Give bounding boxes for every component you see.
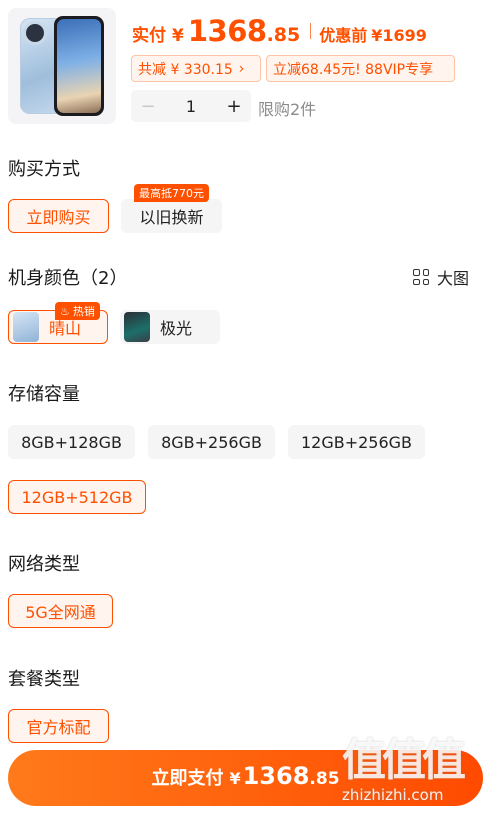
pay-price-integer: 1368 (242, 762, 310, 790)
pay-currency: ¥ (229, 769, 241, 788)
package-title: 套餐类型 (8, 669, 80, 690)
vip-discount-text: 立减68.45元! 88VIP专享 (273, 61, 434, 78)
storage-option-8-128[interactable]: 8GB+128GB (8, 425, 135, 459)
price-label: 实付 (132, 26, 166, 46)
price-currency: ¥ (172, 26, 184, 46)
purchase-limit-text: 限购2件 (258, 100, 317, 119)
option-trade-in[interactable]: 以旧换新 (121, 199, 222, 233)
increase-quantity-button[interactable]: + (217, 96, 251, 117)
pay-price-decimal: .85 (309, 769, 340, 789)
vip-discount-tag[interactable]: 立减68.45元! 88VIP专享 (266, 55, 455, 82)
storage-title: 存储容量 (8, 384, 80, 405)
price-divider (310, 23, 312, 39)
network-title: 网络类型 (8, 554, 80, 575)
original-price-label: 优惠前 (319, 26, 368, 45)
grid-view-icon (413, 269, 429, 285)
camera-module-icon (26, 24, 44, 42)
color-title: 机身颜色（2） (8, 268, 128, 289)
network-option-5g[interactable]: 5G全网通 (8, 594, 113, 628)
color-label-jiguang: 极光 (160, 319, 193, 338)
quantity-stepper: − 1 + (131, 90, 251, 122)
total-discount-text: 共减 ¥ 330.15 (138, 61, 233, 78)
option-buy-now[interactable]: 立即购买 (8, 199, 109, 233)
original-price: ¥1699 (371, 26, 427, 45)
pay-now-button[interactable]: 立即支付 ¥ 1368 .85 (8, 750, 483, 806)
phone-front-image (54, 16, 104, 116)
color-swatch-jiguang (124, 312, 150, 342)
decrease-quantity-button[interactable]: − (131, 96, 165, 117)
purchase-method-title: 购买方式 (8, 159, 80, 180)
package-option-standard[interactable]: 官方标配 (8, 709, 109, 743)
big-view-label: 大图 (437, 269, 470, 288)
chevron-right-icon: › (238, 60, 245, 77)
flame-icon: ♨ (60, 304, 70, 318)
storage-option-8-256[interactable]: 8GB+256GB (148, 425, 275, 459)
color-option-jiguang[interactable]: 极光 (120, 310, 220, 344)
color-swatch-qingshan (13, 312, 39, 342)
price-row: 实付 ¥ 1368 .85 优惠前 ¥1699 (132, 14, 427, 48)
storage-option-12-256[interactable]: 12GB+256GB (288, 425, 425, 459)
product-thumbnail[interactable] (8, 8, 116, 124)
storage-option-12-512[interactable]: 12GB+512GB (8, 480, 146, 514)
trade-in-badge: 最高抵770元 (134, 184, 209, 202)
pay-now-label: 立即支付 (151, 768, 224, 789)
total-discount-tag[interactable]: 共减 ¥ 330.15 › (131, 55, 261, 82)
big-view-button[interactable]: 大图 (413, 265, 469, 289)
price-decimal: .85 (266, 24, 301, 46)
price-integer: 1368 (187, 14, 267, 48)
hot-sale-badge: ♨ 热销 (55, 302, 100, 320)
quantity-value[interactable]: 1 (165, 97, 217, 116)
hot-sale-text: 热销 (72, 305, 95, 318)
